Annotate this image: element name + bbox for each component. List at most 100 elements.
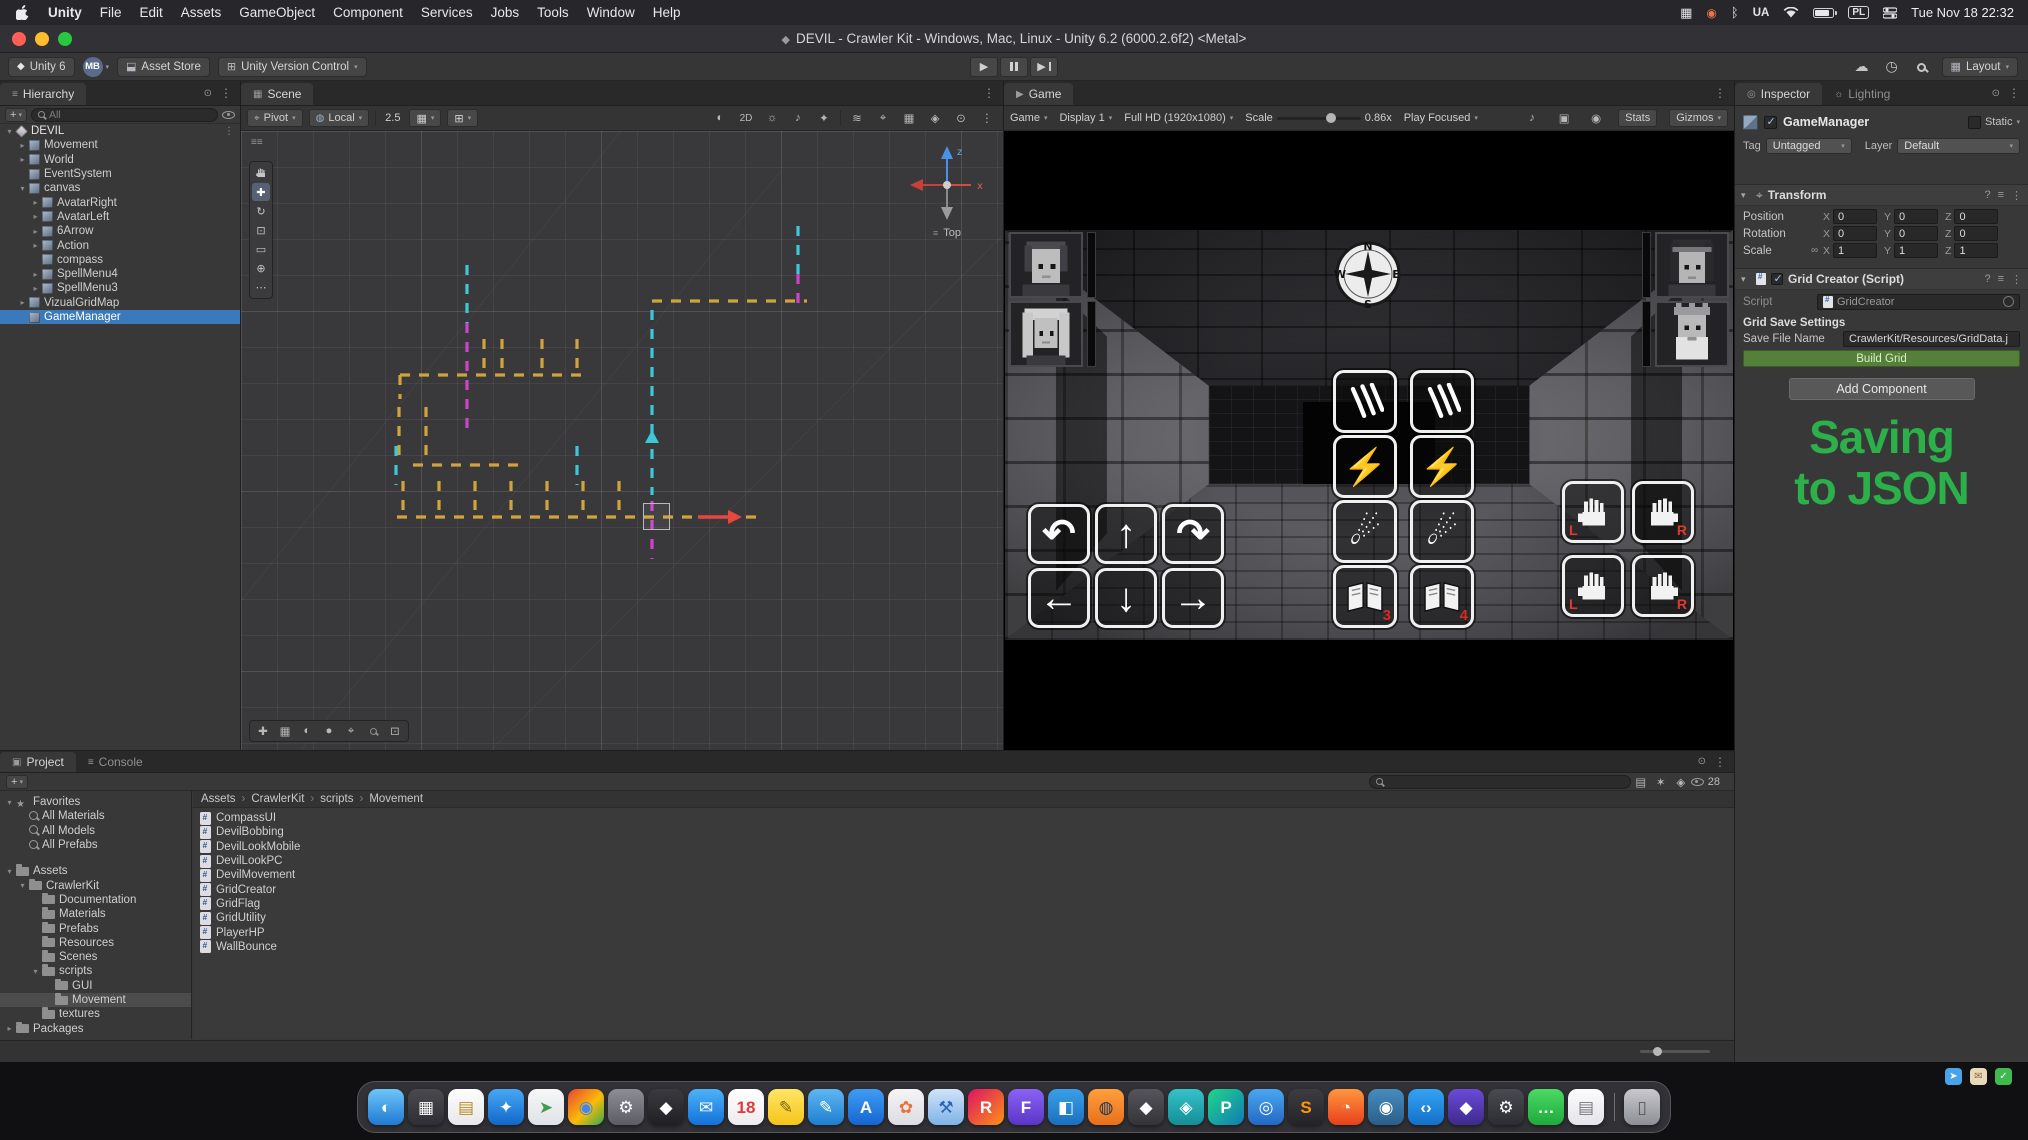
project-file-item[interactable]: PlayerHP	[193, 925, 1734, 939]
tab-scene[interactable]: ▦ Scene	[241, 83, 313, 105]
dock-app-messages[interactable]: …	[1528, 1089, 1564, 1125]
hierarchy-item[interactable]: ▸ 6Arrow	[0, 224, 240, 238]
dock-app-app-store[interactable]: A	[848, 1089, 884, 1125]
scene-camera-icon[interactable]: ⌖	[873, 109, 893, 127]
menu-item[interactable]: Assets	[172, 5, 231, 20]
movement-button[interactable]: ↓	[1095, 568, 1157, 628]
project-file-item[interactable]: WallBounce	[193, 940, 1734, 954]
hierarchy-item[interactable]: EventSystem	[0, 167, 240, 181]
left-hand-button-top[interactable]: L	[1562, 481, 1624, 543]
project-tree-item[interactable]: Resources	[0, 936, 191, 950]
help-icon[interactable]: ?	[1984, 189, 1990, 202]
tab-hierarchy[interactable]: ≡ Hierarchy	[0, 83, 86, 105]
expand-arrow-icon[interactable]: ▾	[4, 798, 15, 807]
dock-app-utility-gear[interactable]: ⚙	[1488, 1089, 1524, 1125]
control-center-icon[interactable]	[1883, 7, 1897, 19]
project-tree-item[interactable]: GUI	[0, 979, 191, 993]
z-value-field[interactable]	[1954, 226, 1998, 241]
battery-indicator[interactable]	[1813, 8, 1834, 18]
project-file-item[interactable]: DevilLookPC	[193, 854, 1734, 868]
project-tree-item[interactable]: Scenes	[0, 950, 191, 964]
version-control-button[interactable]: ⊞ Unity Version Control ▾	[218, 57, 367, 77]
project-lock-icon[interactable]: ⊙	[1698, 756, 1706, 767]
expand-arrow-icon[interactable]: ▸	[30, 198, 41, 207]
scene-menu-icon[interactable]: ⋮	[983, 86, 995, 100]
pivot-mode-dropdown[interactable]: ⌖ Pivot▾	[247, 109, 303, 127]
presets-icon[interactable]: ≡	[1998, 189, 2004, 202]
dock-app-notes-app[interactable]: ▤	[448, 1089, 484, 1125]
active-checkbox[interactable]	[1764, 116, 1777, 129]
hierarchy-search-box[interactable]	[31, 108, 218, 122]
telegram-status-icon[interactable]: ➤	[1945, 1068, 1962, 1085]
project-tree-item[interactable]: ▸ Packages	[0, 1021, 191, 1035]
expand-arrow-icon[interactable]: ▾	[17, 184, 28, 193]
inspector-lock-icon[interactable]: ⊙	[1992, 88, 2000, 99]
move-tool-button[interactable]: ✚	[252, 183, 270, 201]
expand-arrow-icon[interactable]: ▾	[4, 867, 15, 876]
hierarchy-menu-icon[interactable]: ⋮	[220, 86, 232, 100]
hierarchy-item[interactable]: ▸ AvatarRight	[0, 195, 240, 209]
project-tree-item[interactable]: Materials	[0, 907, 191, 921]
avatar-portrait[interactable]	[1655, 232, 1729, 298]
menu-bar-clock[interactable]: Tue Nov 18 22:32	[1911, 5, 2014, 20]
z-value-field[interactable]	[1954, 243, 1998, 258]
snap-settings-dropdown[interactable]: ⊞▾	[447, 109, 478, 127]
project-search-box[interactable]	[1369, 775, 1631, 789]
project-file-item[interactable]: DevilLookMobile	[193, 840, 1734, 854]
expand-arrow-icon[interactable]: ▸	[30, 212, 41, 221]
project-tree-item[interactable]: All Models	[0, 824, 191, 838]
spell-fireball-button-2[interactable]: ☄	[1410, 500, 1474, 563]
shaded-overlay-icon[interactable]: ◐	[297, 722, 317, 740]
transform-tool-button[interactable]: ⊕	[252, 259, 270, 277]
expand-arrow-icon[interactable]: ▾	[4, 127, 15, 136]
stats-toggle-button[interactable]: Stats	[1618, 109, 1657, 127]
movement-button[interactable]: ←	[1028, 568, 1090, 628]
dock-app-textedit[interactable]: ▤	[1568, 1089, 1604, 1125]
project-tree-item[interactable]: textures	[0, 1007, 191, 1021]
scene-lighting-icon[interactable]: ☼	[762, 109, 782, 127]
game-gizmos-dropdown[interactable]: Gizmos▾	[1669, 109, 1728, 127]
project-file-item[interactable]: GridUtility	[193, 911, 1734, 925]
game-audio-mute-icon[interactable]: ♪	[1522, 109, 1542, 127]
link-scale-icon[interactable]: ∞	[1811, 245, 1821, 256]
expand-arrow-icon[interactable]: ▸	[30, 241, 41, 250]
project-tree-item[interactable]: ▾ scripts	[0, 964, 191, 978]
tag-dropdown[interactable]: Untagged▾	[1766, 138, 1852, 154]
dock-app-pycharm[interactable]: P	[1208, 1089, 1244, 1125]
menu-item[interactable]: Unity	[39, 5, 91, 20]
dock-app-obsidian[interactable]: ◆	[1448, 1089, 1484, 1125]
y-value-field[interactable]	[1894, 243, 1938, 258]
rotate-tool-button[interactable]: ↻	[252, 202, 270, 220]
mail-status-icon[interactable]: ✉	[1970, 1068, 1987, 1085]
scene-viewport[interactable]: ≡≡	[241, 131, 1003, 750]
spellbook-button-2[interactable]: 4	[1410, 565, 1474, 628]
dock-app-sublime[interactable]: S	[1288, 1089, 1324, 1125]
resolution-dropdown[interactable]: Full HD (1920x1080)▾	[1124, 112, 1233, 124]
game-record-icon[interactable]: ◉	[1586, 109, 1606, 127]
hierarchy-item[interactable]: ▸ World	[0, 153, 240, 167]
movement-button[interactable]: →	[1162, 568, 1224, 628]
transform-component-header[interactable]: ▾ ⌖ Transform ? ≡ ⋮	[1735, 184, 2028, 206]
spell-lightning-button-2[interactable]: ⚡	[1410, 435, 1474, 498]
menu-item[interactable]: Window	[578, 5, 644, 20]
input-language-indicator[interactable]: UA	[1753, 7, 1770, 19]
hierarchy-lock-icon[interactable]: ⊙	[204, 88, 212, 99]
expand-arrow-icon[interactable]: ▾	[30, 967, 41, 976]
dock-app-finder[interactable]: ◐	[368, 1089, 404, 1125]
dock-app-system-settings[interactable]: ⚙	[608, 1089, 644, 1125]
gizmos-toggle-icon[interactable]: ◈	[925, 109, 945, 127]
project-tree-item[interactable]: ▾ CrawlerKit	[0, 878, 191, 892]
search-icon[interactable]	[1912, 59, 1932, 75]
layout-dropdown[interactable]: ▦ Layout ▾	[1942, 57, 2018, 77]
undo-history-icon[interactable]: ◷	[1882, 58, 1902, 75]
menu-item[interactable]: GameObject	[230, 5, 324, 20]
hierarchy-item[interactable]: GameManager	[0, 310, 240, 324]
avatar-portrait[interactable]	[1009, 301, 1083, 367]
hierarchy-search-input[interactable]	[49, 109, 211, 121]
dock-app-unity[interactable]: ◆	[648, 1089, 684, 1125]
menu-item[interactable]: Services	[412, 5, 482, 20]
grid-snap-value[interactable]: 2.5	[382, 112, 403, 124]
expand-arrow-icon[interactable]: ▸	[17, 298, 28, 307]
hierarchy-item[interactable]: ▸ SpellMenu4	[0, 267, 240, 281]
gizmo-view-label[interactable]: ≡ Top	[905, 227, 989, 239]
